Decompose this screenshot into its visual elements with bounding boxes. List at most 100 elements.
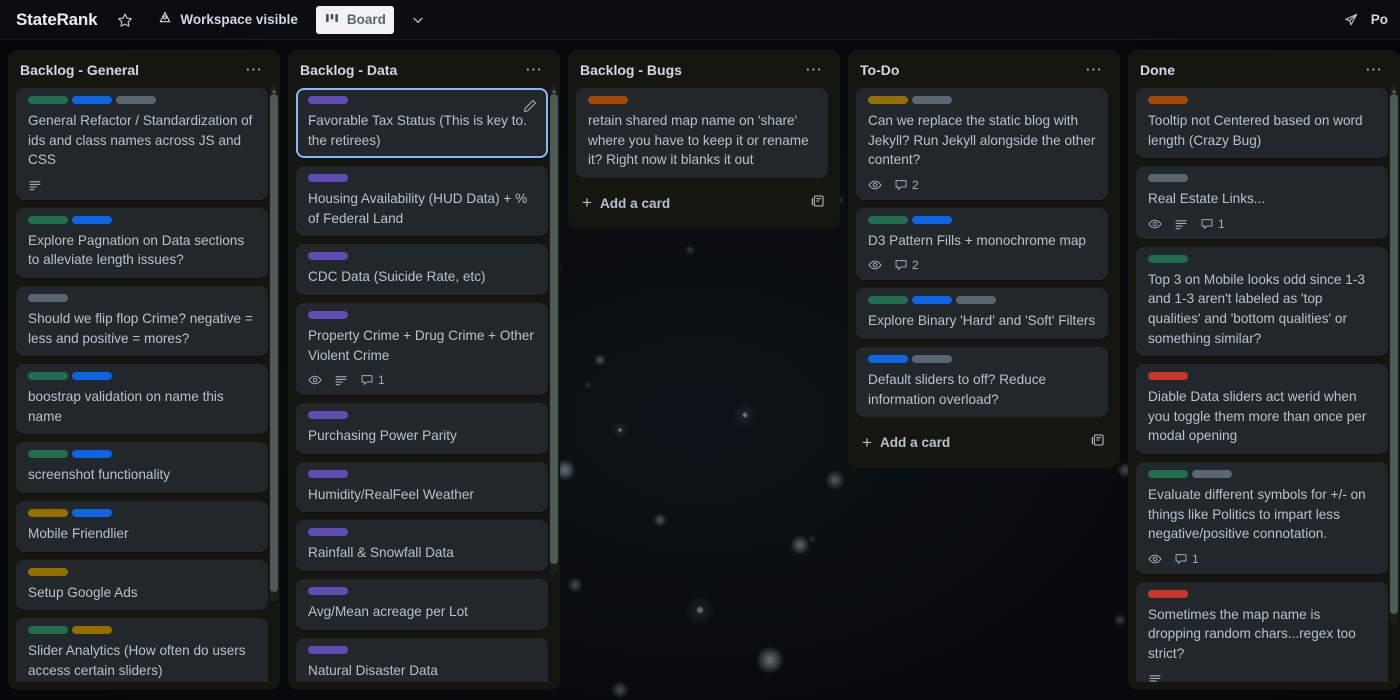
list-actions-icon[interactable]: ⋯ <box>520 63 548 77</box>
list-scrollbar-thumb[interactable] <box>550 94 558 564</box>
card[interactable]: Property Crime + Drug Crime + Other Viol… <box>296 303 548 395</box>
label-chip-purple[interactable] <box>308 252 348 260</box>
list-scrollbar[interactable] <box>270 84 278 602</box>
label-chip-purple[interactable] <box>308 174 348 182</box>
label-chip-gray[interactable] <box>912 96 952 104</box>
label-chip-green[interactable] <box>28 450 68 458</box>
card[interactable]: Explore Binary 'Hard' and 'Soft' Filters <box>856 288 1108 339</box>
label-chip-yellow[interactable] <box>868 96 908 104</box>
label-chip-gray[interactable] <box>116 96 156 104</box>
card-template-icon[interactable] <box>1090 432 1106 453</box>
card[interactable]: Explore Pagnation on Data sections to al… <box>16 208 268 278</box>
card[interactable]: CDC Data (Suicide Rate, etc) <box>296 244 548 295</box>
card[interactable]: Housing Availability (HUD Data) + % of F… <box>296 166 548 236</box>
scroll-up-arrow-icon[interactable]: ▲ <box>550 88 558 95</box>
list-scrollbar-thumb[interactable] <box>270 94 278 592</box>
card[interactable]: Slider Analytics (How often do users acc… <box>16 618 268 682</box>
power-ups-button[interactable]: Po <box>1337 6 1388 34</box>
label-chip-blue[interactable] <box>868 355 908 363</box>
label-chip-green[interactable] <box>868 216 908 224</box>
label-chip-blue[interactable] <box>912 296 952 304</box>
label-chip-green[interactable] <box>1148 470 1188 478</box>
list-cards[interactable]: retain shared map name on 'share' where … <box>576 88 836 178</box>
card[interactable]: Rainfall & Snowfall Data <box>296 520 548 571</box>
card[interactable]: Tooltip not Centered based on word lengt… <box>1136 88 1388 158</box>
label-chip-blue[interactable] <box>912 216 952 224</box>
label-chip-purple[interactable] <box>308 411 348 419</box>
scroll-up-arrow-icon[interactable]: ▲ <box>270 88 278 95</box>
label-chip-green[interactable] <box>28 216 68 224</box>
list-cards[interactable]: General Refactor / Standardization of id… <box>16 88 276 682</box>
label-chip-blue[interactable] <box>72 216 112 224</box>
card[interactable]: Top 3 on Mobile looks odd since 1-3 and … <box>1136 247 1388 356</box>
card[interactable]: Can we replace the static blog with Jeky… <box>856 88 1108 200</box>
list-scrollbar-thumb[interactable] <box>1390 94 1398 614</box>
list-scrollbar[interactable] <box>550 84 558 574</box>
label-chip-purple[interactable] <box>308 646 348 654</box>
card[interactable]: screenshot functionality <box>16 442 268 493</box>
workspace-visibility-button[interactable]: Workspace visible <box>149 6 306 34</box>
label-chip-blue[interactable] <box>72 96 112 104</box>
label-chip-green[interactable] <box>28 626 68 634</box>
label-chip-green[interactable] <box>868 296 908 304</box>
label-chip-green[interactable] <box>28 96 68 104</box>
label-chip-blue[interactable] <box>72 450 112 458</box>
label-chip-blue[interactable] <box>72 372 112 380</box>
list-actions-icon[interactable]: ⋯ <box>1360 63 1388 77</box>
label-chip-red[interactable] <box>1148 590 1188 598</box>
card[interactable]: Humidity/RealFeel Weather <box>296 462 548 513</box>
label-chip-green[interactable] <box>28 372 68 380</box>
list-actions-icon[interactable]: ⋯ <box>1080 63 1108 77</box>
card[interactable]: Purchasing Power Parity <box>296 403 548 454</box>
card[interactable]: Sometimes the map name is dropping rando… <box>1136 582 1388 682</box>
label-chip-gray[interactable] <box>28 294 68 302</box>
card[interactable]: Natural Disaster Data <box>296 638 548 682</box>
card[interactable]: Real Estate Links...1 <box>1136 166 1388 239</box>
label-chip-gray[interactable] <box>912 355 952 363</box>
label-chip-gray[interactable] <box>1192 470 1232 478</box>
label-chip-purple[interactable] <box>308 470 348 478</box>
list-cards[interactable]: Tooltip not Centered based on word lengt… <box>1136 88 1396 682</box>
label-chip-purple[interactable] <box>308 311 348 319</box>
label-chip-green[interactable] <box>1148 255 1188 263</box>
card[interactable]: Mobile Friendlier <box>16 501 268 552</box>
add-card-button[interactable]: +Add a card <box>856 425 1116 460</box>
add-card-button[interactable]: +Add a card <box>576 186 836 221</box>
star-icon[interactable] <box>111 6 139 34</box>
list-scrollbar[interactable] <box>1390 84 1398 624</box>
label-chip-gray[interactable] <box>1148 174 1188 182</box>
list-cards[interactable]: Favorable Tax Status (This is key to. th… <box>296 88 556 682</box>
label-chip-yellow[interactable] <box>28 568 68 576</box>
card[interactable]: retain shared map name on 'share' where … <box>576 88 828 178</box>
chevron-down-icon[interactable] <box>404 6 432 34</box>
label-chip-yellow[interactable] <box>28 509 68 517</box>
card-template-icon[interactable] <box>810 193 826 214</box>
card[interactable]: Default sliders to off? Reduce informati… <box>856 347 1108 417</box>
list-cards[interactable]: Can we replace the static blog with Jeky… <box>856 88 1116 417</box>
card[interactable]: General Refactor / Standardization of id… <box>16 88 268 200</box>
edit-pencil-icon[interactable] <box>522 98 538 114</box>
view-switcher-board[interactable]: Board <box>316 6 394 34</box>
label-chip-blue[interactable] <box>72 509 112 517</box>
label-chip-purple[interactable] <box>308 528 348 536</box>
label-chip-purple[interactable] <box>308 587 348 595</box>
card[interactable]: boostrap validation on name this name <box>16 364 268 434</box>
plus-icon: + <box>582 196 592 210</box>
card[interactable]: Setup Google Ads <box>16 560 268 611</box>
label-chip-yellow[interactable] <box>72 626 112 634</box>
card-labels <box>1148 372 1376 380</box>
list-actions-icon[interactable]: ⋯ <box>800 63 828 77</box>
list-actions-icon[interactable]: ⋯ <box>240 63 268 77</box>
card[interactable]: Should we flip flop Crime? negative = le… <box>16 286 268 356</box>
label-chip-red[interactable] <box>1148 372 1188 380</box>
card[interactable]: Avg/Mean acreage per Lot <box>296 579 548 630</box>
card[interactable]: Evaluate different symbols for +/- on th… <box>1136 462 1388 574</box>
label-chip-gray[interactable] <box>956 296 996 304</box>
card[interactable]: D3 Pattern Fills + monochrome map2 <box>856 208 1108 281</box>
label-chip-orange[interactable] <box>588 96 628 104</box>
scroll-up-arrow-icon[interactable]: ▲ <box>1390 88 1398 95</box>
label-chip-orange[interactable] <box>1148 96 1188 104</box>
card[interactable]: Favorable Tax Status (This is key to. th… <box>296 88 548 158</box>
label-chip-purple[interactable] <box>308 96 348 104</box>
card[interactable]: Diable Data sliders act werid when you t… <box>1136 364 1388 454</box>
